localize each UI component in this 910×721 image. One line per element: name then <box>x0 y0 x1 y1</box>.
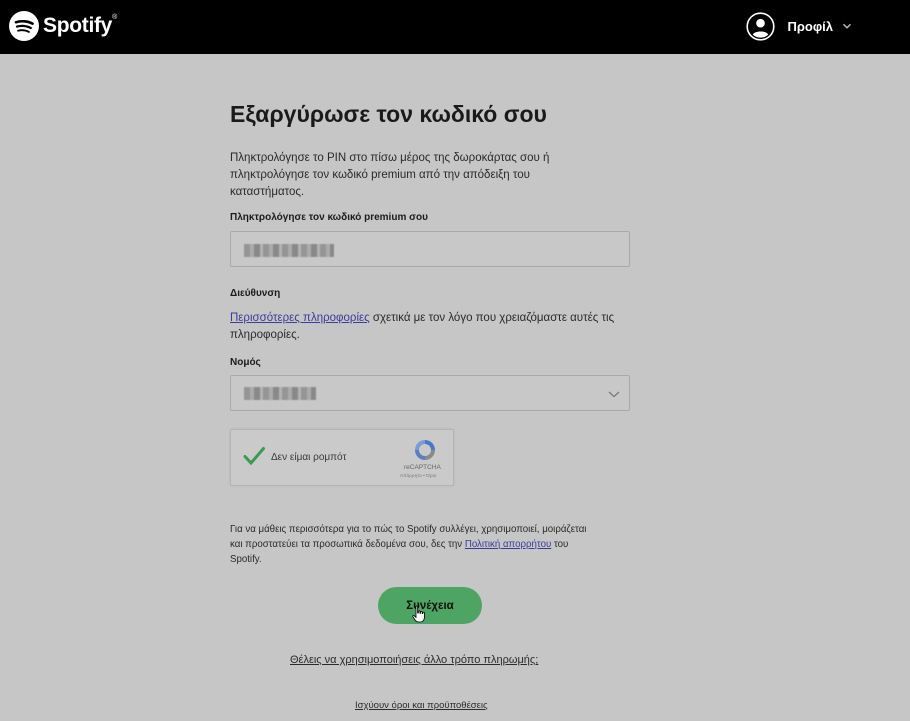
redacted-code-value <box>244 244 334 257</box>
chevron-down-icon <box>842 23 852 29</box>
recaptcha-terms[interactable]: Απόρρητο • Όροι <box>400 474 436 479</box>
address-info-text: Περισσότερες πληροφορίες σχετικά με τον … <box>230 310 615 344</box>
redacted-state-value <box>244 387 316 400</box>
page-title: Εξαργύρωσε τον κωδικό σου <box>230 101 547 127</box>
terms-link[interactable]: Ισχύουν όροι και προϋποθέσεις <box>355 700 488 711</box>
continue-button[interactable]: Συνέχεια <box>378 587 482 624</box>
more-info-link[interactable]: Περισσότερες πληροφορίες <box>230 312 370 324</box>
privacy-policy-link[interactable]: Πολιτική απορρήτου <box>465 539 551 550</box>
top-bar: Spotify® Προφίλ <box>0 0 910 54</box>
profile-label: Προφίλ <box>787 18 833 34</box>
chevron-down-icon <box>608 391 620 398</box>
logo-registered-mark: ® <box>112 14 117 21</box>
premium-code-input[interactable] <box>230 231 630 267</box>
recaptcha-label: Δεν είμαι ρομπότ <box>271 452 347 463</box>
privacy-notice: Για να μάθεις περισσότερα για το πώς το … <box>230 522 600 567</box>
recaptcha-brand: reCAPTCHA <box>404 464 441 471</box>
other-payment-link[interactable]: Θέλεις να χρησιμοποιήσεις άλλο τρόπο πλη… <box>290 654 538 666</box>
spotify-logo-icon <box>9 11 39 41</box>
logo-text: Spotify® <box>43 14 117 37</box>
recaptcha-logo-icon <box>415 440 435 460</box>
checkmark-icon[interactable] <box>243 446 265 466</box>
address-label: Διεύθυνση <box>230 288 281 299</box>
hand-pointer-icon <box>412 605 425 623</box>
recaptcha-widget[interactable]: Δεν είμαι ρομπότ reCAPTCHA Απόρρητο • Όρ… <box>230 429 454 486</box>
profile-menu[interactable]: Προφίλ <box>746 11 852 41</box>
state-select[interactable] <box>230 375 630 411</box>
intro-text: Πληκτρολόγησε το PIN στο πίσω μέρος της … <box>230 152 550 198</box>
premium-code-label: Πληκτρολόγησε τον κωδικό premium σου <box>230 212 428 223</box>
state-label: Νομός <box>230 357 261 368</box>
user-avatar-icon <box>746 11 776 41</box>
spotify-logo[interactable]: Spotify® <box>9 10 117 42</box>
